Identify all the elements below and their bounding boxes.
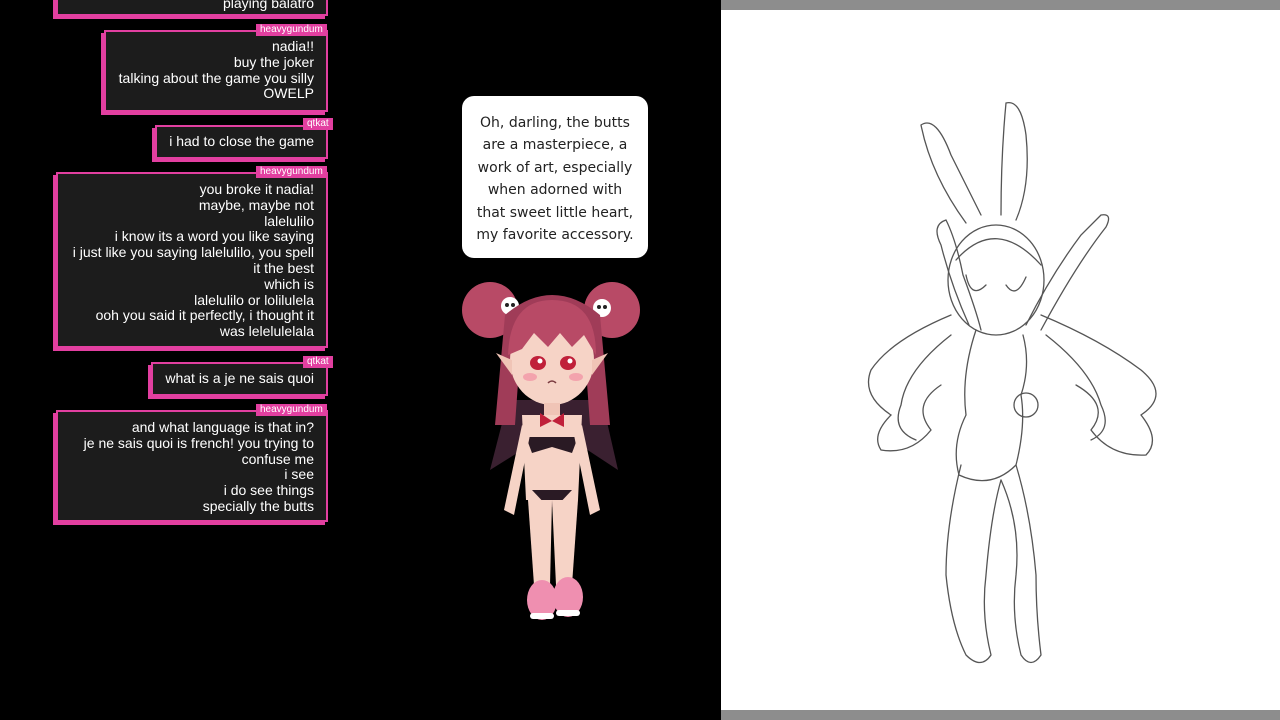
chat-message-line: i see xyxy=(284,466,314,483)
chat-username-badge: qtkat xyxy=(303,118,333,130)
sketch-bunny-ear-left xyxy=(920,122,982,224)
sketch-leg-right xyxy=(1000,464,1042,664)
sketch-torso xyxy=(955,329,1028,482)
sketch-hair-right xyxy=(1040,314,1157,456)
chat-message-line: what is a je ne sais quoi xyxy=(165,370,314,386)
chat-message-line: ooh you said it perfectly, i thought it … xyxy=(95,307,314,340)
speech-bubble: Oh, darling, the butts are a masterpiece… xyxy=(462,96,648,258)
chat-message-line: you broke it nadia! xyxy=(199,181,314,197)
chat-message-line: je ne sais quoi is french! you trying to… xyxy=(83,434,314,467)
drawing-canvas[interactable] xyxy=(721,0,1280,720)
chat-message-line: buy the joker xyxy=(233,53,314,70)
chat-message-line: lalelulilo xyxy=(264,212,314,229)
chat-message: what is a je ne sais quoi xyxy=(151,362,328,396)
chat-message-partial: playing balatro xyxy=(56,0,328,16)
chat-message-line: specially the butts xyxy=(202,497,314,514)
eye-right xyxy=(560,356,576,370)
chat-message-line: i had to close the game xyxy=(169,133,314,149)
sketch-bunny-ear-right xyxy=(1000,101,1028,221)
canvas-top-scrollbar[interactable] xyxy=(721,0,1280,10)
chat-message-line: lalelulilo or lolilulela xyxy=(194,291,314,308)
canvas-bottom-scrollbar[interactable] xyxy=(721,710,1280,720)
chat-message: i had to close the game xyxy=(155,125,328,159)
sketch-arm-left xyxy=(936,219,982,331)
leg-right xyxy=(552,500,578,585)
chat-message-line: OWELP xyxy=(263,85,314,102)
vtuber-avatar xyxy=(462,282,640,620)
torso xyxy=(522,415,582,500)
character-sketch xyxy=(867,101,1157,664)
chat-message-line: playing balatro xyxy=(222,0,314,11)
sketch-arm-right xyxy=(1025,214,1110,331)
chat-message-line: talking about the game you silly xyxy=(118,69,314,86)
chat-message: nadia!! buy the joker talking about the … xyxy=(104,30,328,112)
chat-username-badge: heavygundum xyxy=(256,24,327,36)
sketch-leg-left xyxy=(945,464,1002,664)
chat-message-line: i know its a word you like saying xyxy=(114,228,314,245)
chat-message-line: which is xyxy=(264,275,314,292)
chat-message: you broke it nadia! maybe, maybe not lal… xyxy=(56,172,328,348)
speech-bubble-text: Oh, darling, the butts are a masterpiece… xyxy=(476,115,634,244)
sketch-hair-left xyxy=(867,314,952,452)
chat-message-line: i just like you saying lalelulilo, you s… xyxy=(72,244,314,276)
chat-message: and what language is that in? je ne sais… xyxy=(56,410,328,522)
eye-left xyxy=(530,356,546,370)
leg-left xyxy=(528,500,552,585)
chat-username-badge: qtkat xyxy=(303,356,333,368)
chat-message-line: and what language is that in? xyxy=(131,419,314,435)
chat-username-badge: heavygundum xyxy=(256,404,327,416)
chat-username-badge: heavygundum xyxy=(256,166,327,178)
chat-message-line: i do see things xyxy=(223,482,314,499)
chat-message-line: maybe, maybe not xyxy=(198,196,314,213)
chat-message-line: nadia!! xyxy=(271,38,314,54)
